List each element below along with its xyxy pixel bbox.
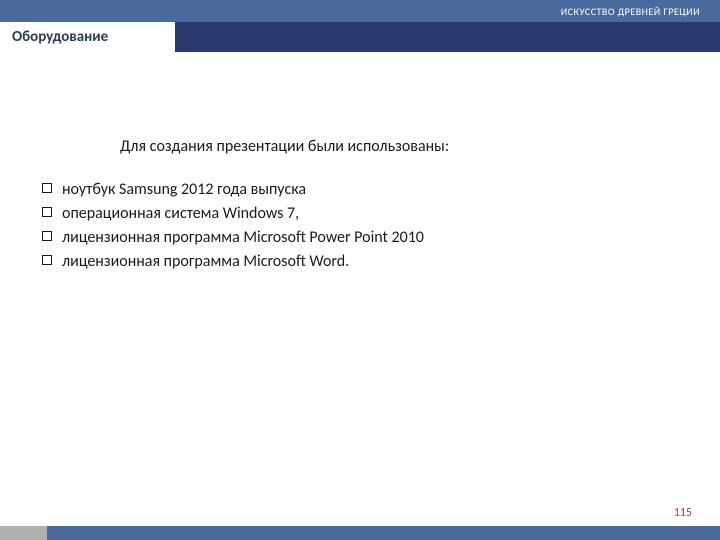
list-item: операционная система Windows 7,	[42, 202, 690, 226]
equipment-list: ноутбук Samsung 2012 года выпуска операц…	[30, 178, 690, 274]
list-item-text: лицензионная программа Microsoft Power P…	[62, 226, 424, 250]
list-item: лицензионная программа Microsoft Power P…	[42, 226, 690, 250]
list-item: ноутбук Samsung 2012 года выпуска	[42, 178, 690, 202]
top-bar: ИСКУССТВО ДРЕВНЕЙ ГРЕЦИИ	[0, 0, 720, 22]
square-bullet-icon	[42, 207, 52, 217]
footer-grey-segment	[0, 526, 47, 540]
footer-blue-segment	[47, 526, 720, 540]
section-title: Оборудование	[0, 22, 175, 52]
list-item-text: операционная система Windows 7,	[62, 202, 299, 226]
list-item-text: лицензионная программа Microsoft Word.	[62, 250, 349, 274]
square-bullet-icon	[42, 255, 52, 265]
square-bullet-icon	[42, 183, 52, 193]
content-area: Для создания презентации были использова…	[0, 52, 720, 274]
top-bar-title: ИСКУССТВО ДРЕВНЕЙ ГРЕЦИИ	[561, 5, 700, 18]
section-fill	[175, 22, 720, 52]
footer-bar	[0, 526, 720, 540]
square-bullet-icon	[42, 231, 52, 241]
intro-text: Для создания презентации были использова…	[120, 137, 690, 156]
list-item-text: ноутбук Samsung 2012 года выпуска	[62, 178, 306, 202]
list-item: лицензионная программа Microsoft Word.	[42, 250, 690, 274]
section-row: Оборудование	[0, 22, 720, 52]
page-number: 115	[674, 506, 692, 520]
